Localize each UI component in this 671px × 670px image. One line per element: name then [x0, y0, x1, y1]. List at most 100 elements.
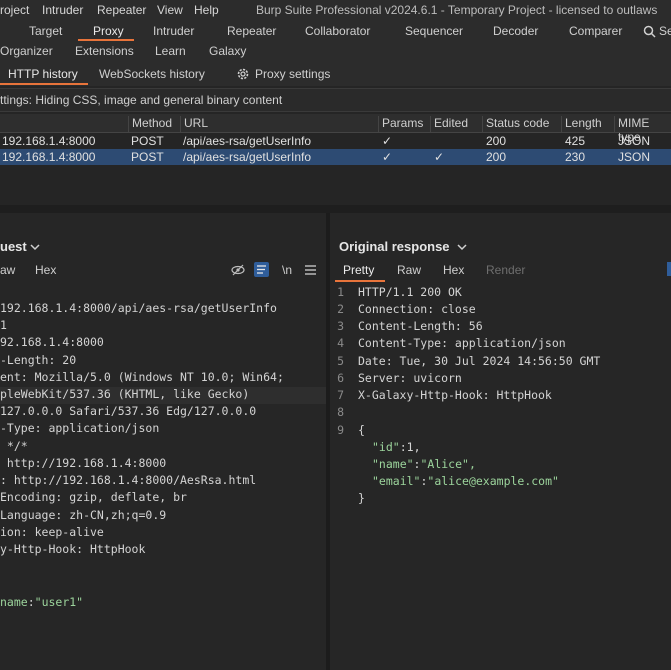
tab-sequencer[interactable]: Sequencer: [405, 24, 463, 38]
menu-help[interactable]: Help: [194, 3, 219, 17]
table-empty-area: [0, 165, 671, 205]
tab-galaxy[interactable]: Galaxy: [209, 44, 246, 58]
line-number: 4: [337, 336, 344, 350]
row-method: POST: [131, 150, 164, 164]
tab-repeater[interactable]: Repeater: [227, 24, 276, 38]
tab-target[interactable]: Target: [29, 24, 62, 38]
row-method: POST: [131, 134, 164, 148]
json-key: "id": [372, 440, 400, 454]
request-title[interactable]: uest: [0, 239, 27, 254]
tab-learn[interactable]: Learn: [155, 44, 186, 58]
proxy-tabs: HTTP history WebSockets history Proxy se…: [0, 62, 671, 86]
tab-pretty-underline: [335, 280, 385, 282]
table-row-selected[interactable]: 192.168.1.4:8000 POST /api/aes-rsa/getUs…: [0, 149, 671, 165]
request-line: ion: keep-alive: [0, 525, 104, 539]
request-body: name:"user1": [0, 595, 84, 609]
tab-decoder[interactable]: Decoder: [493, 24, 538, 38]
tab-proxy[interactable]: Proxy: [93, 24, 124, 38]
col-params[interactable]: Params: [378, 116, 423, 132]
tab-hex[interactable]: Hex: [443, 263, 464, 277]
row-host: 192.168.1.4:8000: [2, 150, 96, 164]
line-number: 1: [337, 285, 344, 299]
tab-organizer[interactable]: Organizer: [0, 44, 53, 58]
request-line: */*: [0, 439, 28, 453]
tab-intruder[interactable]: Intruder: [153, 24, 194, 38]
menu-bar: roject Intruder Repeater View Help Burp …: [0, 0, 671, 20]
tab-extensions[interactable]: Extensions: [75, 44, 134, 58]
request-line: -Type: application/json: [0, 421, 160, 435]
tab-http-history[interactable]: HTTP history: [8, 67, 78, 81]
row-mime: JSON: [618, 150, 651, 164]
row-length: 230: [565, 150, 586, 164]
col-edited[interactable]: Edited: [430, 116, 468, 132]
pane-toggle-icon[interactable]: [667, 262, 671, 276]
chevron-down-icon[interactable]: [30, 243, 40, 251]
row-edited: ✓: [434, 150, 445, 164]
json-key: "email": [372, 474, 421, 488]
pretty-print-icon[interactable]: [254, 262, 269, 277]
window-title: Burp Suite Professional v2024.6.1 - Temp…: [256, 3, 658, 17]
tab-http-history-underline: [0, 83, 88, 85]
body-key: name: [0, 595, 28, 609]
split-gutter[interactable]: [0, 205, 671, 213]
response-line: {: [358, 423, 365, 437]
request-pane: uest aw Hex \n 192.168.1.4:8000/api/aes-…: [0, 213, 326, 670]
col-length[interactable]: Length: [561, 116, 602, 132]
request-line: Encoding: gzip, deflate, br: [0, 490, 187, 504]
secondary-tabs: Organizer Extensions Learn Galaxy: [0, 42, 671, 63]
line-number: 5: [337, 354, 344, 368]
col-mime-type[interactable]: MIME type: [614, 116, 671, 144]
request-line: : http://192.168.1.4:8000/AesRsa.html: [0, 473, 257, 487]
gear-icon[interactable]: [236, 67, 250, 81]
json-value: 1,: [406, 440, 421, 454]
col-method[interactable]: Method: [128, 116, 172, 132]
chevron-down-icon[interactable]: [457, 243, 467, 251]
tab-pretty[interactable]: Pretty: [343, 263, 374, 277]
line-number: 3: [337, 319, 344, 333]
col-url[interactable]: URL: [180, 116, 208, 132]
menu-icon[interactable]: [305, 265, 316, 275]
request-line: ent: Mozilla/5.0 (Windows NT 10.0; Win64…: [0, 370, 284, 384]
row-mime: JSON: [618, 134, 651, 148]
tab-raw[interactable]: aw: [0, 263, 15, 277]
menu-repeater[interactable]: Repeater: [97, 3, 146, 17]
table-row[interactable]: 192.168.1.4:8000 POST /api/aes-rsa/getUs…: [0, 133, 671, 149]
eye-hidden-icon[interactable]: [231, 264, 245, 276]
tab-comparer[interactable]: Comparer: [569, 24, 622, 38]
newline-toggle[interactable]: \n: [282, 263, 292, 277]
menu-project[interactable]: roject: [0, 3, 29, 17]
response-pane: Original response Pretty Raw Hex Render …: [330, 213, 671, 670]
json-line: "id":1,: [372, 440, 421, 454]
request-line: pleWebKit/537.36 (KHTML, like Gecko): [0, 387, 250, 401]
request-line: 127.0.0.0 Safari/537.36 Edg/127.0.0.0: [0, 404, 257, 418]
menu-view[interactable]: View: [157, 3, 183, 17]
json-line: "email":"alice@example.com": [372, 474, 559, 488]
request-line: y-Http-Hook: HttpHook: [0, 542, 146, 556]
body-value: "user1": [34, 595, 84, 609]
proxy-settings-button[interactable]: Proxy settings: [255, 67, 330, 81]
response-line: Content-Length: 56: [358, 319, 483, 333]
json-value: "Alice",: [420, 457, 476, 471]
response-line: X-Galaxy-Http-Hook: HttpHook: [358, 388, 552, 402]
tab-collaborator[interactable]: Collaborator: [305, 24, 370, 38]
filter-text[interactable]: ttings: Hiding CSS, image and general bi…: [0, 93, 282, 107]
tab-render[interactable]: Render: [486, 263, 525, 277]
filter-bar[interactable]: ttings: Hiding CSS, image and general bi…: [0, 88, 671, 112]
search-label[interactable]: Se: [659, 24, 671, 38]
request-line: 1: [0, 318, 7, 332]
menu-intruder[interactable]: Intruder: [42, 3, 83, 17]
response-title[interactable]: Original response: [339, 239, 450, 254]
line-number: 8: [337, 405, 344, 419]
request-line: Language: zh-CN,zh;q=0.9: [0, 508, 167, 522]
line-number: 7: [337, 388, 344, 402]
main-tabs: Target Proxy Intruder Repeater Collabora…: [0, 20, 671, 42]
json-close-brace: }: [358, 491, 365, 505]
tab-websockets-history[interactable]: WebSockets history: [99, 67, 205, 81]
request-line: 192.168.1.4:8000/api/aes-rsa/getUserInfo: [0, 301, 277, 315]
col-status-code[interactable]: Status code: [482, 116, 549, 132]
tab-raw[interactable]: Raw: [397, 263, 421, 277]
tab-hex[interactable]: Hex: [35, 263, 56, 277]
request-line: -Length: 20: [0, 353, 77, 367]
search-icon[interactable]: [643, 25, 656, 38]
request-line: 92.168.1.4:8000: [0, 335, 104, 349]
